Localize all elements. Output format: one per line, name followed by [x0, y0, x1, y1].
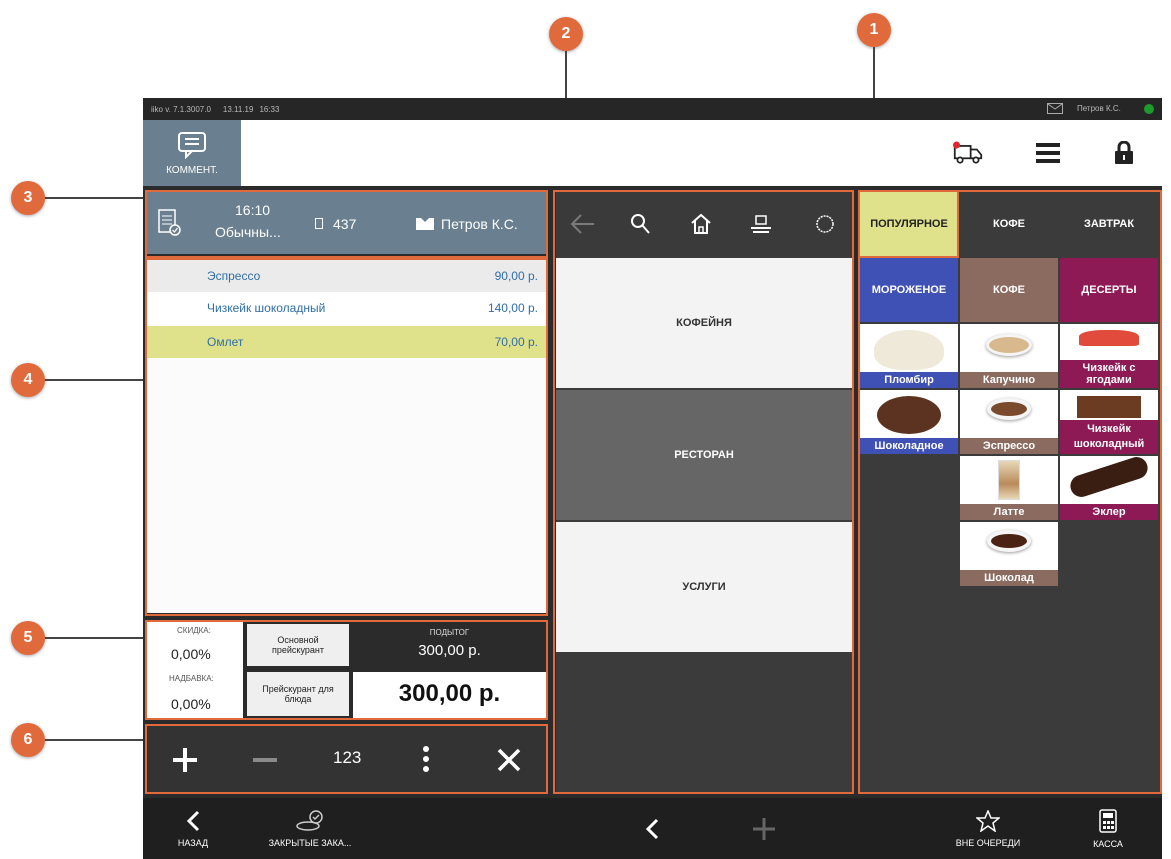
back-label: НАЗАД — [177, 837, 209, 848]
highlight-box-actions — [145, 724, 548, 794]
callout-1: 1 — [857, 13, 891, 47]
date-text: 13.11.19 — [222, 104, 254, 114]
menu-hamburger-icon[interactable] — [1033, 138, 1063, 168]
time-text: 16:33 — [259, 104, 280, 114]
callout-4: 4 — [11, 363, 45, 397]
callout-4-line — [45, 379, 158, 381]
cash-register-icon — [1099, 808, 1117, 833]
version-text: iiko v. 7.1.3007.0 — [151, 104, 211, 114]
closed-orders-button[interactable]: ЗАКРЫТЫЕ ЗАКА... — [255, 798, 365, 859]
top-toolbar: КОММЕНТ. — [143, 120, 1162, 186]
chevron-left-icon — [186, 810, 200, 831]
callout-2: 2 — [549, 17, 583, 51]
callout-6-line — [45, 739, 158, 741]
mail-icon[interactable] — [1047, 103, 1063, 114]
closed-orders-icon — [296, 809, 323, 831]
highlight-box-popular-tab — [858, 190, 959, 258]
status-bar: iiko v. 7.1.3007.0 13.11.19 16:33 Петров… — [143, 98, 1162, 120]
cashier-button[interactable]: КАССА — [1073, 798, 1143, 859]
cashier-label: КАССА — [1093, 838, 1123, 849]
back-button[interactable]: НАЗАД — [163, 798, 223, 859]
callout-5: 5 — [11, 621, 45, 655]
priority-button[interactable]: ВНЕ ОЧЕРЕДИ — [943, 798, 1033, 859]
comment-button[interactable]: КОММЕНТ. — [143, 120, 241, 186]
delivery-truck-icon[interactable] — [953, 138, 983, 168]
connection-indicator — [1144, 104, 1154, 114]
plus-icon[interactable] — [753, 818, 775, 840]
callout-6: 6 — [11, 723, 45, 757]
closed-orders-label: ЗАКРЫТЫЕ ЗАКА... — [268, 837, 352, 848]
highlight-box-order-list — [145, 258, 548, 616]
lock-icon[interactable] — [1109, 138, 1139, 168]
highlight-box-order-header — [145, 190, 548, 258]
comment-icon — [178, 131, 206, 159]
highlight-box-totals — [145, 620, 548, 720]
priority-label: ВНЕ ОЧЕРЕДИ — [955, 837, 1021, 848]
status-user: Петров К.С. — [1077, 104, 1121, 113]
highlight-box-navigation — [553, 190, 854, 794]
chevron-left-icon[interactable] — [645, 818, 659, 840]
callout-5-line — [45, 637, 145, 639]
star-icon — [976, 809, 1000, 832]
comment-label: КОММЕНТ. — [166, 164, 218, 176]
callout-3: 3 — [11, 181, 45, 215]
highlight-box-menu — [858, 190, 1162, 794]
bottom-bar: НАЗАД ЗАКРЫТЫЕ ЗАКА... ВНЕ ОЧЕРЕДИ КАССА — [143, 798, 1162, 859]
